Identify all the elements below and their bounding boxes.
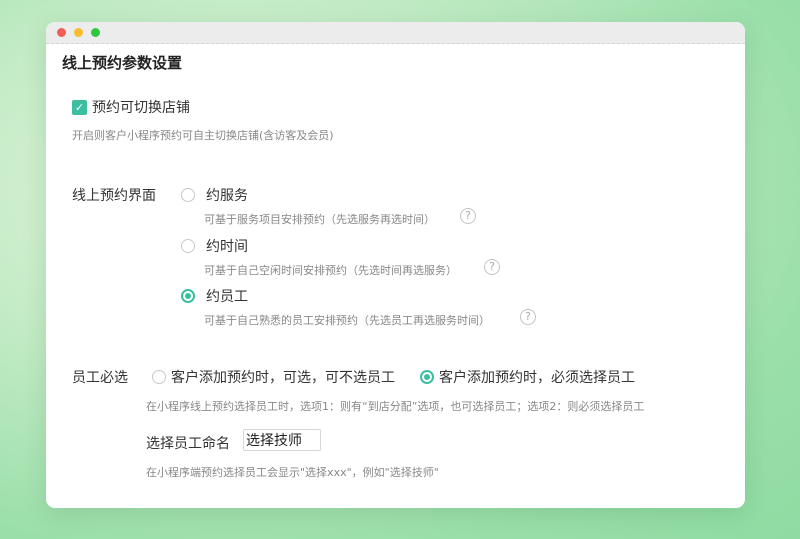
window-titlebar [46, 22, 745, 44]
radio-option-label: 约服务 [206, 188, 248, 204]
settings-window: 线上预约参数设置 ✓ 预约可切换店铺 开启则客户小程序预约可自主切换店铺(含访客… [46, 22, 745, 508]
radio-option-hint: 可基于自己熟悉的员工安排预约（先选员工再选服务时间） [204, 314, 490, 327]
switch-store-label: 预约可切换店铺 [92, 100, 190, 116]
help-icon[interactable]: ? [520, 309, 536, 325]
radio-selected-icon [181, 289, 195, 303]
radio-selected-icon [420, 370, 434, 384]
radio-unselected-icon [152, 370, 166, 384]
radio-option-staff[interactable]: 约员工 [181, 286, 248, 306]
close-window-button[interactable] [57, 28, 66, 37]
staff-mandatory-radio[interactable]: 客户添加预约时，必须选择员工 [420, 367, 635, 387]
help-icon[interactable]: ? [484, 259, 500, 275]
staff-naming-input[interactable] [243, 429, 321, 451]
radio-unselected-icon [181, 188, 195, 202]
minimize-window-button[interactable] [74, 28, 83, 37]
radio-option-label: 约时间 [206, 239, 248, 255]
staff-naming-label: 选择员工命名 [146, 436, 230, 452]
switch-store-hint: 开启则客户小程序预约可自主切换店铺(含访客及会员) [72, 129, 334, 142]
radio-unselected-icon [181, 239, 195, 253]
radio-option-label: 客户添加预约时，必须选择员工 [439, 370, 635, 386]
maximize-window-button[interactable] [91, 28, 100, 37]
radio-option-hint: 可基于自己空闲时间安排预约（先选时间再选服务） [204, 264, 457, 277]
staff-required-label: 员工必选 [72, 370, 128, 386]
staff-optional-radio[interactable]: 客户添加预约时，可选，可不选员工 [152, 367, 395, 387]
radio-option-service[interactable]: 约服务 [181, 185, 248, 205]
staff-naming-hint: 在小程序端预约选择员工会显示"选择xxx"，例如"选择技师" [146, 466, 439, 479]
staff-required-hint: 在小程序线上预约选择员工时，选项1：则有“到店分配”选项，也可选择员工；选项2：… [146, 400, 645, 413]
checkmark-icon: ✓ [72, 99, 87, 115]
switch-store-checkbox[interactable]: ✓ 预约可切换店铺 [72, 97, 190, 117]
radio-option-label: 客户添加预约时，可选，可不选员工 [171, 370, 395, 386]
help-icon[interactable]: ? [460, 208, 476, 224]
section-title: 线上预约参数设置 [62, 54, 183, 72]
radio-option-label: 约员工 [206, 289, 248, 305]
radio-option-hint: 可基于服务项目安排预约（先选服务再选时间） [204, 213, 435, 226]
booking-interface-label: 线上预约界面 [72, 188, 156, 204]
radio-option-time[interactable]: 约时间 [181, 236, 248, 256]
